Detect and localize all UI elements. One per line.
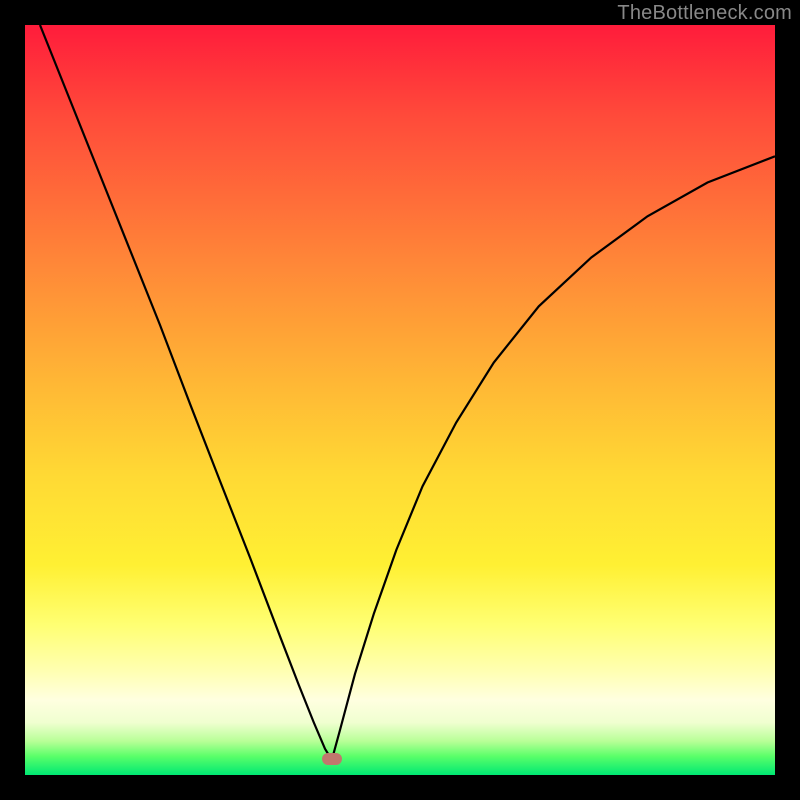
plot-area (25, 25, 775, 775)
bottleneck-curve (25, 25, 775, 775)
curve-right-branch (332, 156, 775, 760)
watermark-text: TheBottleneck.com (617, 2, 792, 25)
chart-frame: TheBottleneck.com (0, 0, 800, 800)
curve-left-branch (40, 25, 332, 760)
optimum-marker (322, 753, 342, 765)
